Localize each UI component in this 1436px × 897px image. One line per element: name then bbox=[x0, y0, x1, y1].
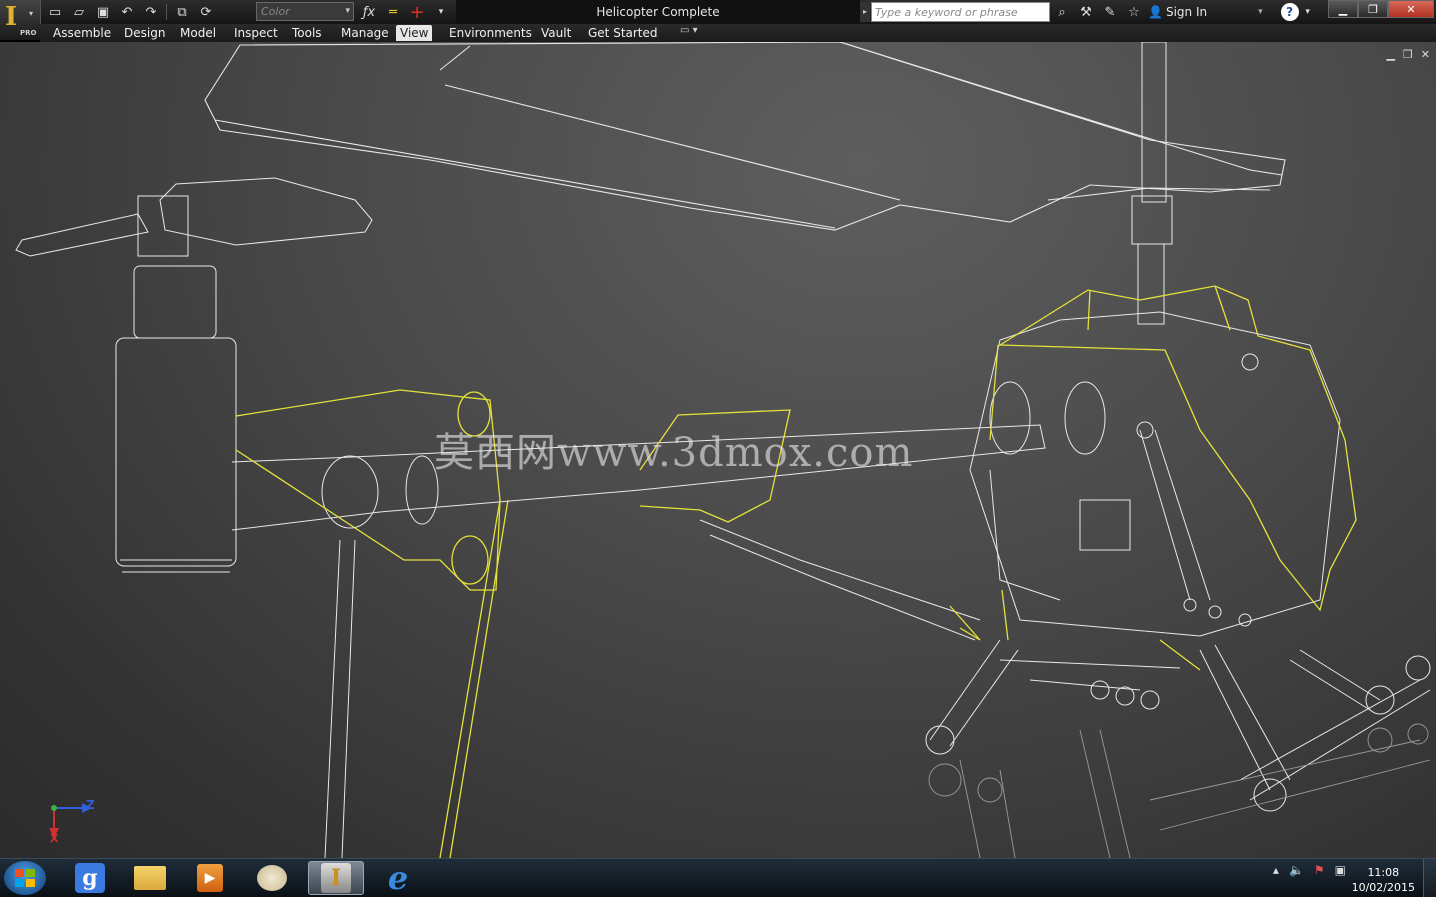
tab-environments[interactable]: Environments bbox=[445, 25, 536, 41]
application-menu-button[interactable]: I ▾ PRO bbox=[0, 0, 41, 40]
fuselage-frame bbox=[969, 311, 1341, 637]
google-app-icon[interactable]: g bbox=[62, 861, 118, 895]
graphics-viewport[interactable]: ▁ ❐ ✕ 莫西网www.3dmox.com Z X bbox=[0, 42, 1436, 858]
color-override-select[interactable]: Color ▾ bbox=[256, 2, 354, 21]
tab-tools[interactable]: Tools bbox=[288, 25, 326, 41]
quick-access-toolbar: ▭ ▱ ▣ ↶ ↷ ⧉ ⟳ bbox=[44, 2, 217, 22]
fx-icon[interactable]: ƒx bbox=[358, 2, 380, 22]
tab-view[interactable]: View bbox=[396, 25, 433, 41]
system-tray: ▴ 🔈 ⚑ ▣ bbox=[1273, 863, 1346, 877]
show-desktop-button[interactable] bbox=[1423, 859, 1436, 897]
help-icon[interactable]: ? bbox=[1280, 3, 1299, 21]
ribbon-display-toggle-icon[interactable]: ▭ ▾ bbox=[680, 25, 698, 36]
volume-muted-icon[interactable]: 🔈 bbox=[1289, 863, 1304, 877]
main-rotor-blade bbox=[204, 42, 1286, 231]
paint-app-icon[interactable] bbox=[244, 861, 300, 895]
media-player-icon[interactable]: ▶ bbox=[182, 861, 238, 895]
subscription-icon[interactable]: ⚒ bbox=[1076, 2, 1096, 22]
watermark-text: 莫西网www.3dmox.com bbox=[434, 430, 914, 476]
favorites-star-icon[interactable]: ☆ bbox=[1124, 2, 1144, 22]
chevron-down-icon[interactable]: ▾ bbox=[1303, 2, 1313, 22]
separator bbox=[166, 4, 167, 20]
select-icon[interactable]: ⧉ bbox=[171, 2, 193, 22]
clock-time: 11:08 bbox=[1367, 866, 1400, 879]
user-icon: 👤 bbox=[1148, 5, 1163, 19]
origin-icon[interactable]: + bbox=[406, 2, 428, 23]
update-icon[interactable]: ⟳ bbox=[195, 2, 217, 22]
inventor-app-icon[interactable]: I bbox=[308, 861, 364, 895]
tab-manage[interactable]: Manage bbox=[337, 25, 393, 41]
internet-explorer-icon[interactable]: e bbox=[370, 859, 426, 897]
close-button[interactable]: ✕ bbox=[1388, 0, 1434, 18]
sign-in-button[interactable]: 👤 Sign In ▾ bbox=[1148, 5, 1267, 19]
show-hidden-icons-icon[interactable]: ▴ bbox=[1273, 863, 1279, 877]
tab-inspect[interactable]: Inspect bbox=[230, 25, 282, 41]
windows-taskbar: g ▶ I e ▴ 🔈 ⚑ ▣ 11:08 10/02/2015 bbox=[0, 858, 1436, 897]
action-center-flag-icon[interactable]: ⚑ bbox=[1314, 863, 1325, 877]
undo-icon[interactable]: ↶ bbox=[116, 2, 138, 22]
inventor-logo-icon: I bbox=[5, 2, 18, 32]
minimize-button[interactable]: ▁ bbox=[1328, 0, 1358, 18]
expand-search-icon[interactable]: ▸ bbox=[860, 2, 870, 22]
file-explorer-icon[interactable] bbox=[122, 861, 178, 895]
edition-badge: PRO bbox=[20, 29, 37, 37]
binoculars-icon[interactable]: ⌕ bbox=[1052, 2, 1072, 22]
tab-design[interactable]: Design bbox=[120, 25, 169, 41]
open-icon[interactable]: ▱ bbox=[68, 2, 90, 22]
chevron-down-icon: ▾ bbox=[345, 6, 350, 16]
window-title: Helicopter Complete bbox=[456, 0, 860, 24]
customize-dropdown-icon[interactable]: ▾ bbox=[430, 2, 452, 22]
tail-boom bbox=[231, 424, 1046, 858]
color-select-value: Color bbox=[261, 5, 290, 18]
network-icon[interactable]: ▣ bbox=[1335, 863, 1346, 877]
clock-date: 10/02/2015 bbox=[1351, 881, 1415, 894]
landing-gear-reflection bbox=[928, 723, 1431, 858]
taskbar-clock[interactable]: 11:08 10/02/2015 bbox=[1352, 865, 1415, 895]
landing-gear bbox=[925, 639, 1431, 812]
window-controls: ▁ ❐ ✕ bbox=[1328, 0, 1434, 18]
quick-access-toolbar-extra: ƒx ═ + ▾ bbox=[358, 2, 452, 23]
infocenter-toolbar: ⌕ ⚒ ✎ ☆ 👤 Sign In ▾ ? ▾ bbox=[1052, 2, 1313, 22]
axis-z-label: Z bbox=[86, 798, 95, 812]
ribbon-tab-bar: Assemble Design Model Inspect Tools Mana… bbox=[40, 24, 1436, 42]
rotor-mast bbox=[1131, 42, 1173, 325]
tab-assemble[interactable]: Assemble bbox=[49, 25, 115, 41]
help-search-input[interactable]: Type a keyword or phrase bbox=[871, 2, 1050, 22]
title-bar: I ▾ PRO ▭ ▱ ▣ ↶ ↷ ⧉ ⟳ Color ▾ ƒx ═ + ▾ H… bbox=[0, 0, 1436, 40]
tab-get-started[interactable]: Get Started bbox=[584, 25, 662, 41]
redo-icon[interactable]: ↷ bbox=[140, 2, 162, 22]
chevron-down-icon: ▾ bbox=[29, 9, 34, 18]
tab-model[interactable]: Model bbox=[176, 25, 220, 41]
measure-icon[interactable]: ═ bbox=[382, 2, 404, 22]
axis-x-label: X bbox=[50, 832, 59, 845]
save-icon[interactable]: ▣ bbox=[92, 2, 114, 22]
search-placeholder: Type a keyword or phrase bbox=[875, 6, 1018, 19]
sign-in-label: Sign In bbox=[1165, 5, 1208, 19]
tab-vault[interactable]: Vault bbox=[537, 25, 575, 41]
communication-icon[interactable]: ✎ bbox=[1100, 2, 1120, 22]
chevron-down-icon: ▾ bbox=[1258, 7, 1263, 17]
start-orb-icon[interactable] bbox=[4, 861, 46, 895]
new-icon[interactable]: ▭ bbox=[44, 2, 66, 22]
tail-rotor bbox=[15, 177, 373, 573]
maximize-button[interactable]: ❐ bbox=[1358, 0, 1388, 18]
